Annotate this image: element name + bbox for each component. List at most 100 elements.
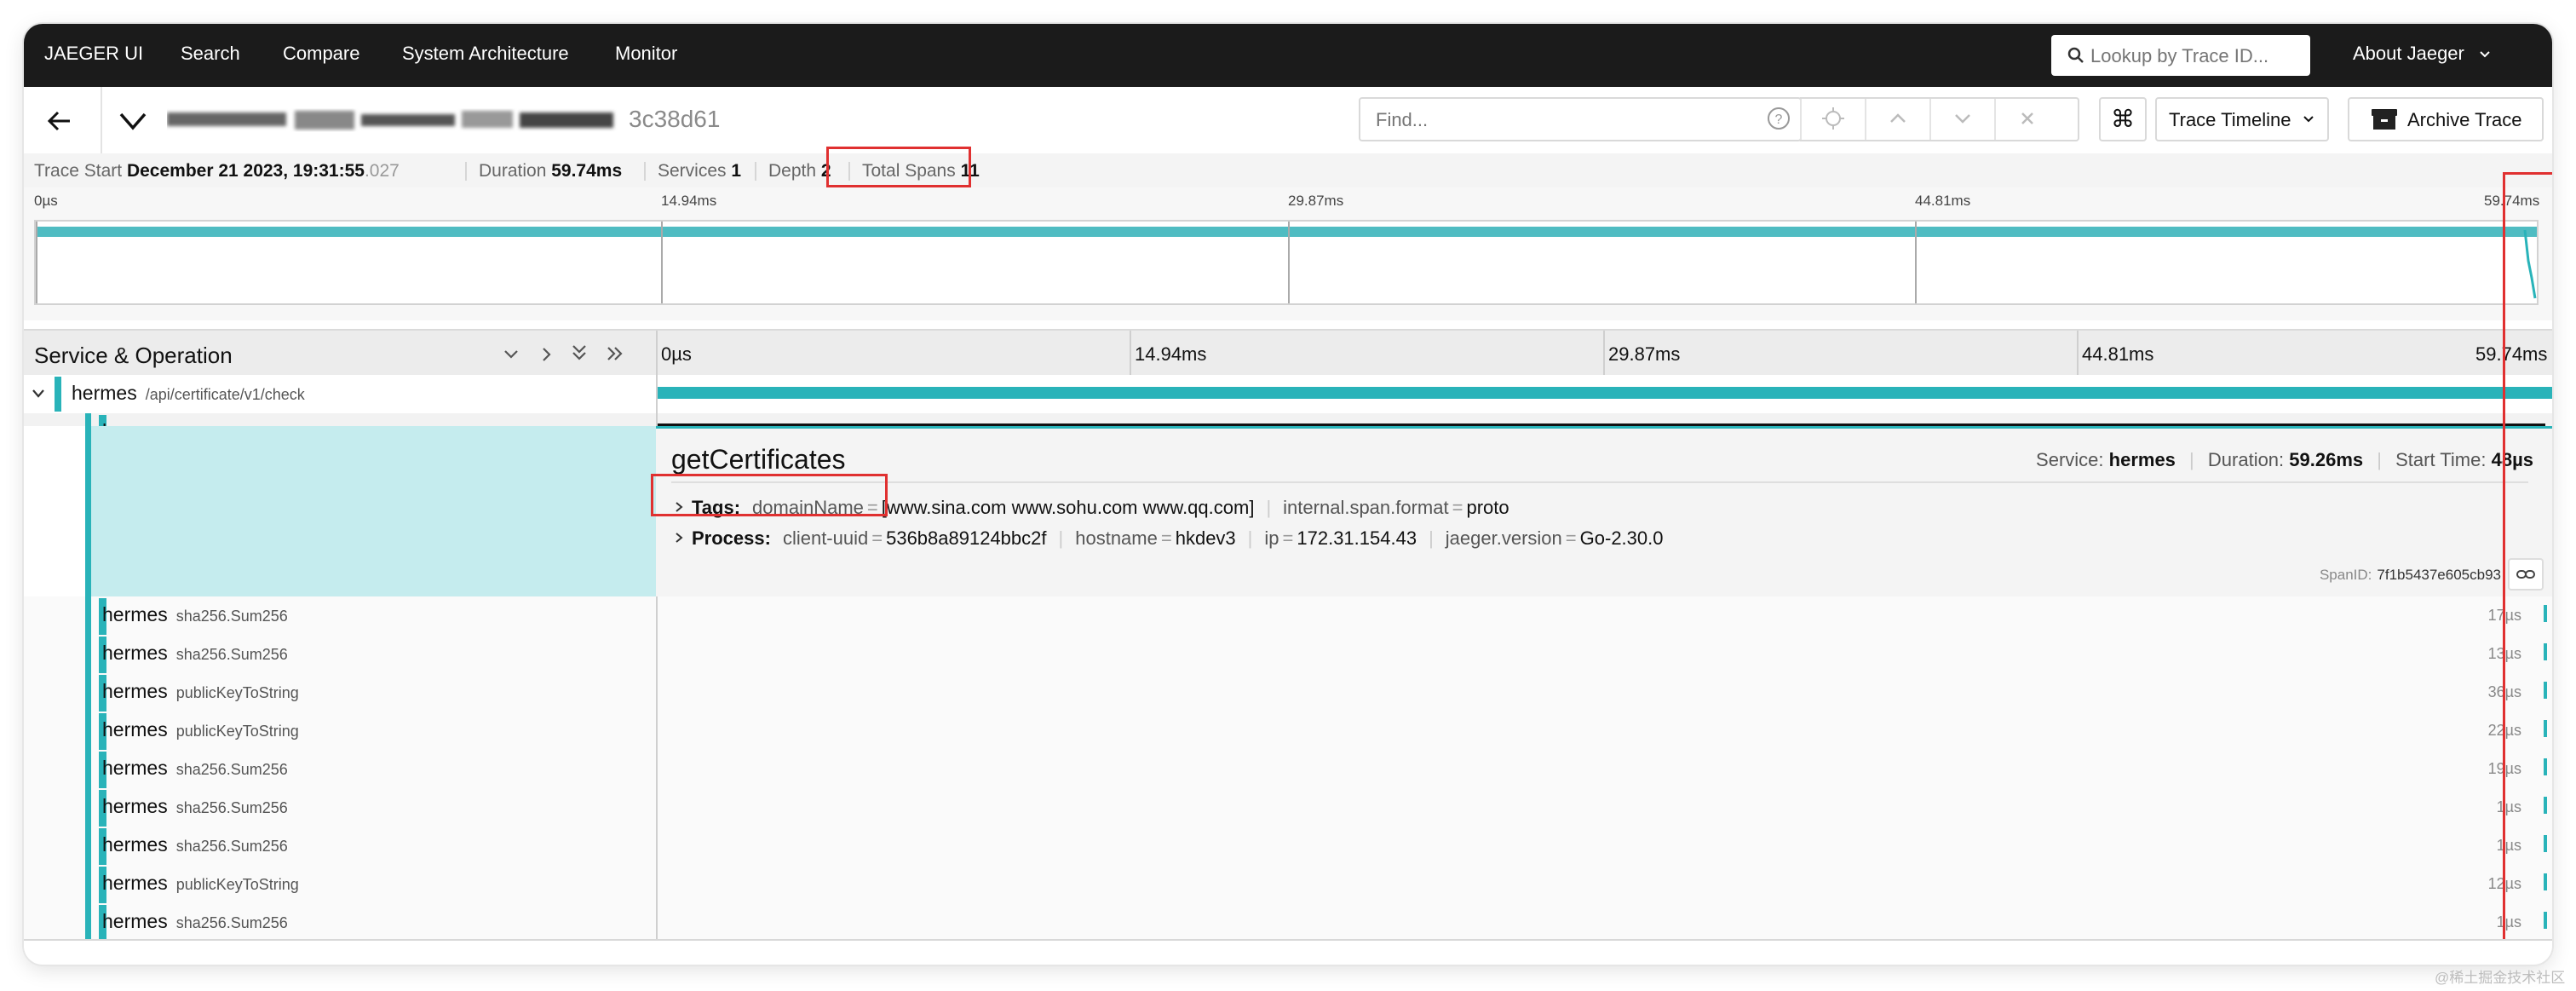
column-divider xyxy=(656,750,658,788)
duration-label: Duration: xyxy=(2207,449,2285,470)
duration-label: Duration xyxy=(479,161,547,181)
tree-line xyxy=(85,788,91,827)
column-divider xyxy=(656,827,658,865)
depth: Depth 2 xyxy=(768,161,831,181)
span-name: hermes publicKeyToString xyxy=(102,680,299,703)
span-row[interactable]: hermes publicKeyToString 22µs xyxy=(24,712,2552,751)
tree-line xyxy=(85,635,91,673)
span-row[interactable]: hermes sha256.Sum256 1µs xyxy=(24,903,2552,942)
column-divider xyxy=(656,788,658,827)
separator xyxy=(465,162,467,181)
header-divider xyxy=(101,87,102,153)
chevron-up-icon xyxy=(1890,113,1906,123)
nav-monitor[interactable]: Monitor xyxy=(615,43,677,65)
operation-name: publicKeyToString xyxy=(175,723,299,740)
span-bar[interactable] xyxy=(658,387,2552,399)
brand-link[interactable]: JAEGER UI xyxy=(44,43,143,65)
view-select[interactable]: Trace Timeline xyxy=(2155,97,2329,141)
back-arrow-icon[interactable] xyxy=(43,104,77,138)
minimap-tick: 29.87ms xyxy=(1288,193,1344,209)
span-name: hermes sha256.Sum256 xyxy=(102,642,288,665)
operation-name: sha256.Sum256 xyxy=(175,914,288,931)
chevron-down-icon[interactable] xyxy=(116,106,150,136)
span-id-label: SpanID: xyxy=(2319,567,2372,583)
span-row[interactable]: hermes sha256.Sum256 13µs xyxy=(24,635,2552,674)
column-divider xyxy=(656,865,658,903)
span-name: hermes sha256.Sum256 xyxy=(102,910,288,933)
span-row[interactable]: hermes sha256.Sum256 17µs xyxy=(24,596,2552,636)
find-input[interactable] xyxy=(1374,107,1778,133)
expand-one-icon[interactable] xyxy=(538,344,555,365)
nav-search[interactable]: Search xyxy=(181,43,240,65)
minimap-tick: 0µs xyxy=(34,193,58,209)
keyboard-shortcuts-button[interactable]: ⌘ xyxy=(2099,97,2147,141)
operation-name: /api/certificate/v1/check xyxy=(145,386,305,403)
span-row[interactable]: hermes sha256.Sum256 1µs xyxy=(24,788,2552,827)
close-icon xyxy=(2021,112,2033,124)
separator: | xyxy=(2377,449,2382,470)
equals-sign: = xyxy=(1565,527,1577,549)
archive-trace-button[interactable]: Archive Trace xyxy=(2348,97,2544,141)
watermark: @稀土掘金技术社区 xyxy=(2435,970,2566,986)
scrollbar-area[interactable] xyxy=(24,939,2552,965)
trace-summary: Trace Start December 21 2023, 19:31:55.0… xyxy=(24,147,2552,187)
services-value: 1 xyxy=(731,161,742,181)
process-row[interactable]: Process: client-uuid = 536b8a89124bbc2f | hos… xyxy=(673,527,1663,550)
find-box[interactable]: ? xyxy=(1359,97,1802,141)
trace-id-input[interactable] xyxy=(2089,43,2305,69)
about-menu[interactable]: About Jaeger xyxy=(2353,43,2492,65)
timeline-header: Service & Operation 0µs 14.94ms 29.87ms … xyxy=(24,329,2552,378)
process-key: hostname xyxy=(1075,527,1158,549)
service-name: hermes xyxy=(102,795,168,817)
span-row[interactable]: hermes sha256.Sum256 19µs xyxy=(24,750,2552,789)
minimap-canvas[interactable] xyxy=(34,220,2539,305)
services-label: Services xyxy=(658,161,727,181)
span-row[interactable]: hermes publicKeyToString 12µs xyxy=(24,865,2552,904)
command-icon: ⌘ xyxy=(2111,106,2135,132)
next-match-button[interactable] xyxy=(1929,99,1994,140)
column-divider[interactable] xyxy=(656,331,658,377)
chevron-right-icon[interactable] xyxy=(673,531,685,544)
span-row[interactable]: hermes publicKeyToString 36µs xyxy=(24,673,2552,712)
minimap-gridline xyxy=(36,222,37,303)
column-divider xyxy=(656,673,658,712)
trace-header: 3c38d61 ? ⌘ Trace Timeline Arc xyxy=(24,87,2552,155)
about-label: About Jaeger xyxy=(2353,43,2464,64)
clear-find-button[interactable] xyxy=(1994,99,2059,140)
span-row[interactable]: hermes/api/certificate/v1/check xyxy=(24,375,2552,415)
expand-all-icon[interactable] xyxy=(605,344,627,363)
equals-sign: = xyxy=(1282,527,1294,549)
highlight-domain-tag xyxy=(651,474,888,516)
find-navigation xyxy=(1800,97,2079,141)
highlight-right-edge xyxy=(2503,172,2552,965)
tag-value: proto xyxy=(1466,497,1509,518)
span-name: hermes sha256.Sum256 xyxy=(102,603,288,626)
span-detail: getCertificates Service: hermes | Durati… xyxy=(656,426,2552,601)
collapse-all-icon[interactable] xyxy=(569,343,589,363)
chevron-down-icon[interactable] xyxy=(31,387,46,400)
trace-minimap[interactable]: 0µs 14.94ms 29.87ms 44.81ms 59.74ms xyxy=(24,187,2552,320)
duration-value: 59.74ms xyxy=(551,161,623,181)
trace-id-lookup[interactable] xyxy=(2051,35,2310,76)
tree-line xyxy=(85,673,91,712)
locate-button[interactable] xyxy=(1800,99,1865,140)
process-value: 172.31.154.43 xyxy=(1297,527,1417,549)
span-name: hermes sha256.Sum256 xyxy=(102,833,288,856)
column-divider xyxy=(656,712,658,750)
timeline-tick: 29.87ms xyxy=(1608,343,1681,365)
minimap-tick: 14.94ms xyxy=(661,193,717,209)
trace-start-value: December 21 2023, 19:31:55 xyxy=(126,161,365,181)
operation-name: sha256.Sum256 xyxy=(175,646,288,663)
span-name: hermes sha256.Sum256 xyxy=(102,757,288,780)
nav-system-architecture[interactable]: System Architecture xyxy=(402,43,569,65)
prev-match-button[interactable] xyxy=(1865,99,1929,140)
timeline-tick: 14.94ms xyxy=(1135,343,1207,365)
equals-sign: = xyxy=(1452,497,1463,518)
timeline-gridline xyxy=(1130,331,1131,377)
help-icon[interactable]: ? xyxy=(1766,106,1791,131)
collapse-one-icon[interactable] xyxy=(501,346,521,363)
trace-start-label: Trace Start xyxy=(34,161,123,181)
span-row[interactable]: hermes sha256.Sum256 1µs xyxy=(24,827,2552,866)
equals-sign: = xyxy=(1160,527,1172,549)
nav-compare[interactable]: Compare xyxy=(283,43,359,65)
